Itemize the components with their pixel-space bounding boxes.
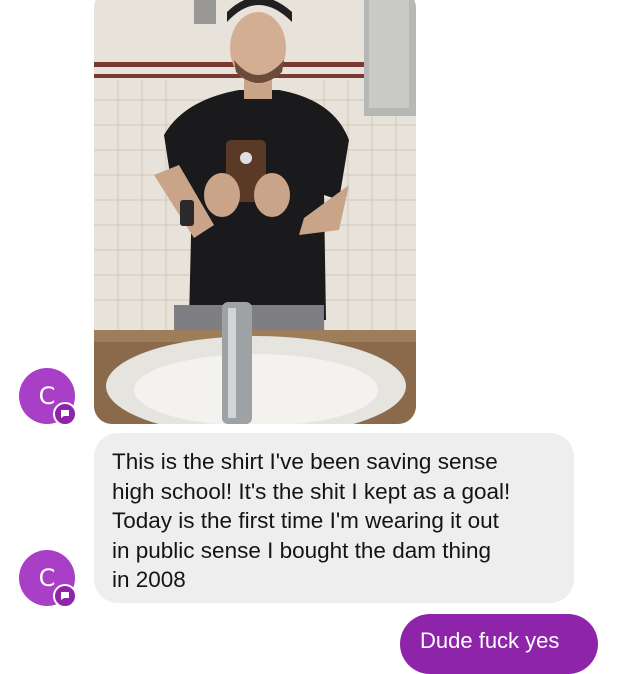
contact-avatar[interactable]: C xyxy=(19,368,77,426)
contact-initial: C xyxy=(38,564,56,592)
image-message[interactable] xyxy=(94,0,416,424)
contact-initial: C xyxy=(38,382,56,410)
message-line: high school! It's the shit I kept as a g… xyxy=(112,478,511,504)
incoming-message-bubble[interactable]: This is the shirt I've been saving sense… xyxy=(94,433,574,603)
message-line: Today is the first time I'm wearing it o… xyxy=(112,508,499,533)
contact-avatar[interactable]: C xyxy=(19,550,77,608)
message-line: in 2008 xyxy=(112,567,186,592)
bathroom-selfie-photo xyxy=(94,0,416,424)
chat-bubble-icon xyxy=(53,402,77,426)
chat-bubble-icon xyxy=(53,584,77,608)
outgoing-message-text: Dude fuck yes xyxy=(420,628,560,653)
outgoing-message-bubble[interactable]: Dude fuck yes xyxy=(400,614,598,674)
message-line: This is the shirt I've been saving sense xyxy=(112,449,498,474)
message-line: in public sense I bought the dam thing xyxy=(112,537,492,563)
